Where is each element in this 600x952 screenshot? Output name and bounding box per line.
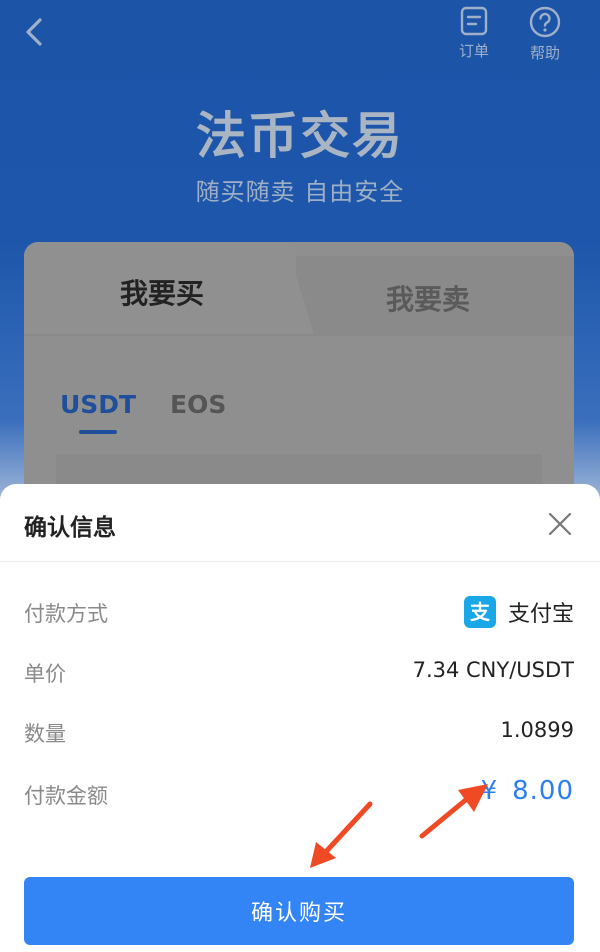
payment-method-label: 付款方式 <box>24 602 108 626</box>
quantity-label: 数量 <box>24 722 66 746</box>
document-icon <box>460 6 488 36</box>
svg-text:支: 支 <box>470 600 491 624</box>
coin-tab-eos[interactable]: EOS <box>170 390 226 419</box>
payment-method-value: 支 支付宝 <box>463 592 574 632</box>
unit-price-label: 单价 <box>24 662 66 686</box>
question-circle-icon <box>529 6 561 38</box>
coin-tab-usdt[interactable]: USDT <box>60 390 136 419</box>
amount-label: 付款金额 <box>24 784 108 808</box>
unit-price-value: 7.34 CNY/USDT <box>412 658 574 682</box>
tab-buy[interactable]: 我要买 <box>120 272 204 312</box>
page-title: 法币交易 <box>196 107 404 165</box>
amount-number: 8.00 <box>512 776 574 806</box>
help-button[interactable]: 帮助 <box>517 6 573 63</box>
sheet-header: 确认信息 <box>0 484 600 562</box>
sheet-title: 确认信息 <box>24 515 116 541</box>
annotation-arrow-icon <box>419 784 488 839</box>
quantity-value: 1.0899 <box>500 718 574 742</box>
unit-price-row: 单价 7.34 CNY/USDT <box>24 652 574 692</box>
help-label: 帮助 <box>529 44 560 62</box>
payment-method-row: 付款方式 支 支付宝 <box>24 592 574 632</box>
chevron-left-icon <box>26 18 42 46</box>
annotation-arrow-icon <box>310 801 373 868</box>
close-icon <box>548 512 572 536</box>
orders-label: 订单 <box>458 42 489 60</box>
amount-value: ¥8.00 <box>481 776 574 806</box>
alipay-icon: 支 <box>463 596 496 628</box>
orders-button[interactable]: 订单 <box>446 6 502 61</box>
confirm-sheet: 确认信息 付款方式 支 支付宝 单价 7.34 CNY/USDT 数量 1.08… <box>0 484 600 952</box>
active-coin-indicator <box>79 430 117 434</box>
tab-sell[interactable]: 我要卖 <box>386 278 470 318</box>
confirm-purchase-button[interactable]: 确认购买 <box>24 877 574 945</box>
quantity-row: 数量 1.0899 <box>24 712 574 752</box>
close-button[interactable] <box>544 508 576 540</box>
page-subtitle: 随买随卖 自由安全 <box>195 178 405 206</box>
tab-buy-slant <box>286 242 314 334</box>
back-button[interactable] <box>18 14 54 50</box>
top-bar: 订单 帮助 <box>0 0 600 80</box>
payment-method-text: 支付宝 <box>507 602 574 627</box>
